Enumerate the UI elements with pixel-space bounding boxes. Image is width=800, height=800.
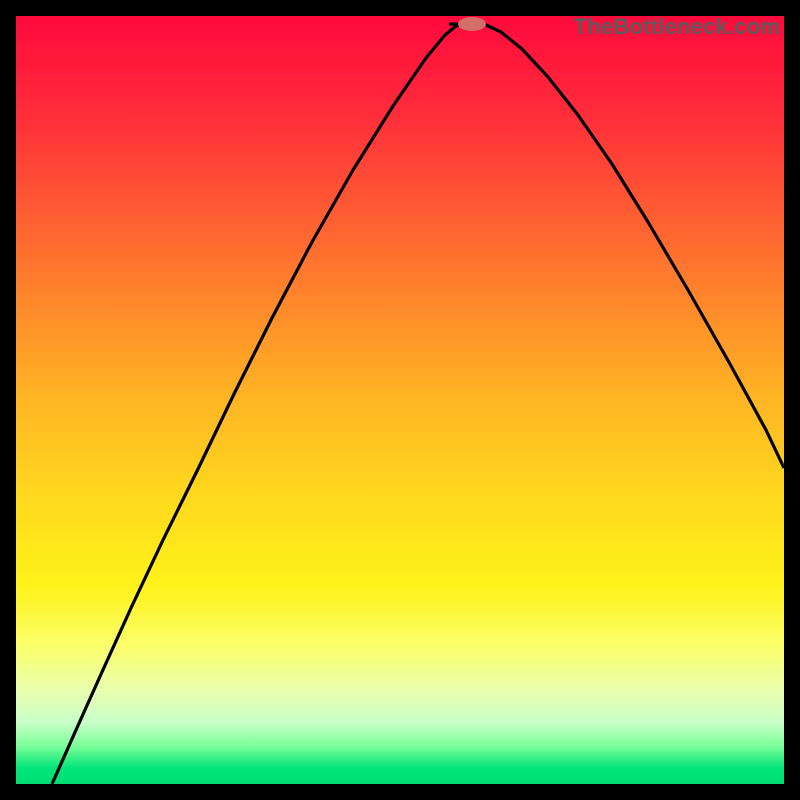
chart-frame: TheBottleneck.com: [0, 0, 800, 800]
curve-left: [52, 24, 462, 784]
curve-right: [484, 24, 784, 468]
chart-svg: [16, 16, 784, 784]
watermark-label: TheBottleneck.com: [574, 14, 780, 40]
min-marker: [458, 17, 486, 31]
